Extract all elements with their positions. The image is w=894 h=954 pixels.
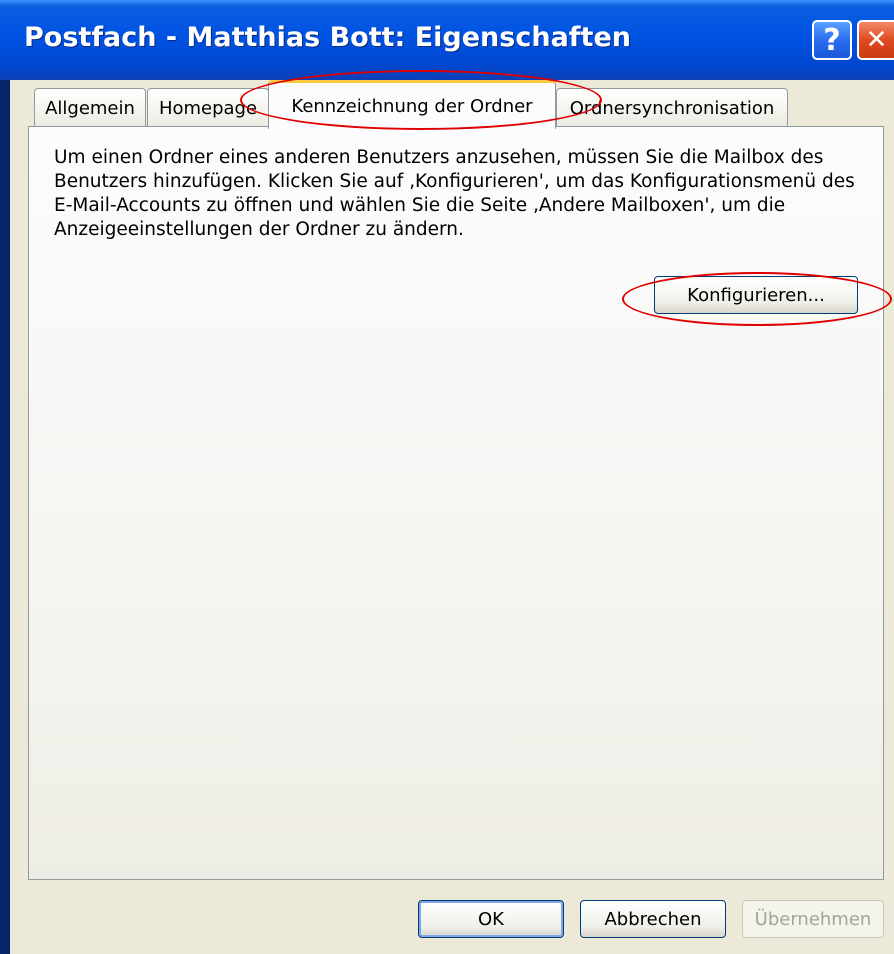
tab-allgemein[interactable]: Allgemein <box>34 88 146 128</box>
tab-label: Allgemein <box>45 98 135 119</box>
tab-label: Kennzeichnung der Ordner <box>291 95 533 117</box>
help-button[interactable]: ? <box>812 20 852 60</box>
tab-kennzeichnung-der-ordner[interactable]: Kennzeichnung der Ordner <box>268 80 556 129</box>
tab-ordnersynchronisation[interactable]: Ordnersynchronisation <box>556 88 788 128</box>
close-button[interactable]: ✕ <box>857 20 894 60</box>
configure-button-label: Konfigurieren... <box>687 284 825 306</box>
panel-description: Um einen Ordner eines anderen Benutzers … <box>54 147 855 240</box>
ok-button-label: OK <box>478 908 504 930</box>
close-icon: ✕ <box>865 25 888 55</box>
title-bar[interactable]: Postfach - Matthias Bott: Eigenschaften … <box>0 0 894 80</box>
window-title: Postfach - Matthias Bott: Eigenschaften <box>24 22 631 53</box>
apply-button-label: Übernehmen <box>754 908 872 930</box>
configure-button[interactable]: Konfigurieren... <box>654 276 858 314</box>
tab-label: Homepage <box>158 98 258 119</box>
properties-dialog: Postfach - Matthias Bott: Eigenschaften … <box>0 0 894 954</box>
help-icon: ? <box>823 22 841 58</box>
cancel-button[interactable]: Abbrechen <box>580 900 726 938</box>
tab-label: Ordnersynchronisation <box>569 98 775 119</box>
ok-button[interactable]: OK <box>418 900 564 938</box>
tab-homepage[interactable]: Homepage <box>147 88 269 128</box>
cancel-button-label: Abbrechen <box>604 908 702 930</box>
apply-button: Übernehmen <box>742 900 884 938</box>
